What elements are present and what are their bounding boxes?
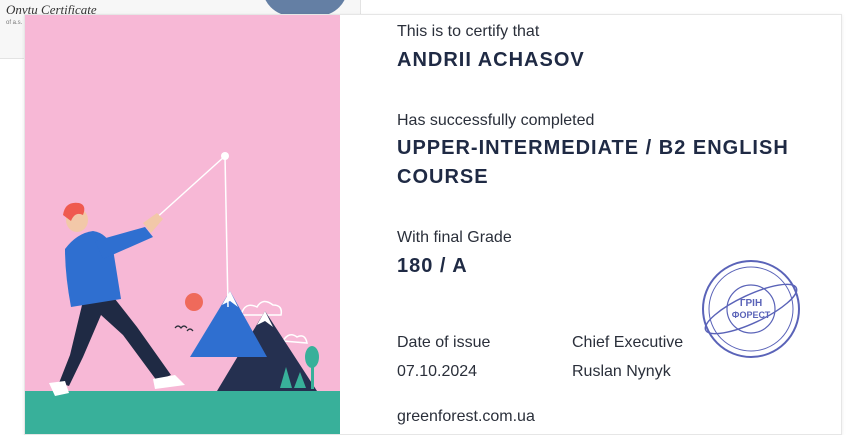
certificate: This is to certify that ANDRII ACHASOV H… <box>24 14 842 435</box>
website-text: greenforest.com.ua <box>397 408 535 425</box>
stamp-center-line1: ГРІН <box>740 298 762 309</box>
round-tree-icon <box>305 346 319 368</box>
date-label: Date of issue <box>397 334 491 351</box>
executive-label: Chief Executive <box>572 334 684 351</box>
course-title-line2: COURSE <box>397 166 489 188</box>
rope-pulley <box>221 152 229 160</box>
ground <box>25 391 340 434</box>
recipient-name: ANDRII ACHASOV <box>397 49 585 71</box>
grade-value: 180 / A <box>397 255 468 277</box>
executive-name: Ruslan Nynyk <box>572 363 671 380</box>
date-value: 07.10.2024 <box>397 363 478 380</box>
stamp-center-line2: ФОРЕСТ <box>732 310 771 320</box>
company-stamp: ГРІН ФОРЕСТ <box>702 260 800 358</box>
course-title-line1: UPPER-INTERMEDIATE / B2 ENGLISH <box>397 137 789 159</box>
grade-label: With final Grade <box>397 229 512 246</box>
certificate-illustration <box>25 15 340 434</box>
sun-icon <box>185 293 203 311</box>
intro-text: This is to certify that <box>397 23 540 40</box>
certificate-details: This is to certify that ANDRII ACHASOV H… <box>397 15 837 434</box>
completed-label: Has successfully completed <box>397 112 595 129</box>
